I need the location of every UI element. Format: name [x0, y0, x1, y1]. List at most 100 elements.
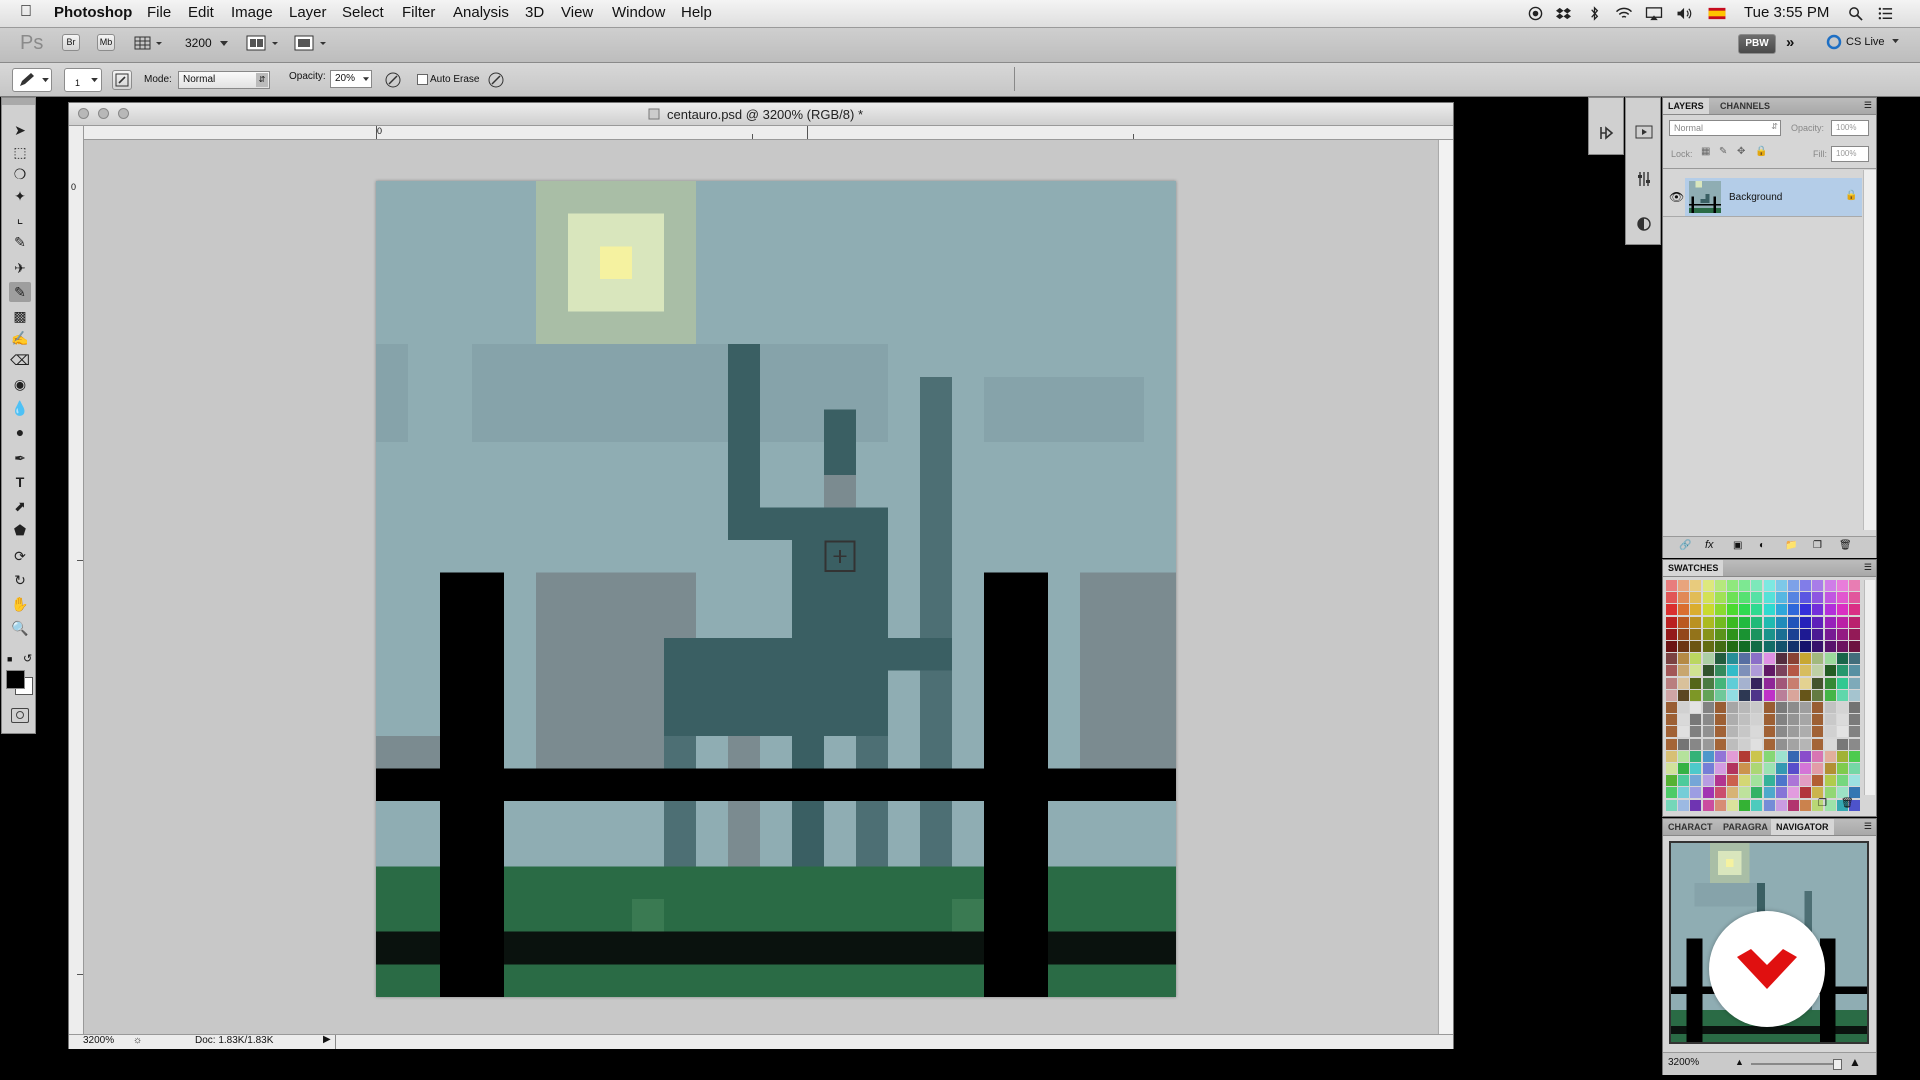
swatch-cell[interactable] — [1690, 750, 1702, 762]
swatch-cell[interactable] — [1678, 628, 1690, 640]
swatch-cell[interactable] — [1812, 580, 1824, 591]
panel-menu-icon[interactable]: ☰ — [1864, 100, 1872, 111]
panel-menu-icon[interactable]: ☰ — [1864, 821, 1872, 832]
swatch-cell[interactable] — [1763, 750, 1775, 762]
workspace-button[interactable]: PBW — [1738, 34, 1776, 54]
swatch-cell[interactable] — [1812, 653, 1824, 665]
tablet-pressure-opacity-icon[interactable] — [384, 71, 402, 89]
swatch-cell[interactable] — [1836, 787, 1848, 799]
swatch-cell[interactable] — [1763, 677, 1775, 689]
quick-selection-tool-icon[interactable]: ✦ — [9, 186, 31, 206]
swatch-cell[interactable] — [1666, 702, 1677, 713]
swatch-cell[interactable] — [1836, 580, 1848, 591]
swatch-cell[interactable] — [1678, 641, 1690, 652]
swatch-cell[interactable] — [1812, 726, 1824, 738]
swatch-cell[interactable] — [1775, 738, 1787, 750]
swatch-cell[interactable] — [1666, 677, 1677, 689]
swatch-cell[interactable] — [1812, 604, 1824, 616]
swatch-cell[interactable] — [1690, 787, 1702, 799]
swatch-cell[interactable] — [1788, 689, 1799, 701]
swatch-cell[interactable] — [1775, 604, 1787, 616]
document-title-bar[interactable]: centauro.psd @ 3200% (RGB/8) * — [69, 103, 1453, 126]
swatch-cell[interactable] — [1714, 677, 1726, 689]
menu-layer[interactable]: Layer — [289, 4, 327, 21]
new-group-icon[interactable]: 📁 — [1785, 540, 1797, 551]
swatch-cell[interactable] — [1775, 799, 1787, 811]
swatch-cell[interactable] — [1714, 726, 1726, 738]
swatch-cell[interactable] — [1702, 604, 1714, 616]
swatch-cell[interactable] — [1788, 702, 1799, 713]
swatch-cell[interactable] — [1714, 738, 1726, 750]
swatch-cell[interactable] — [1836, 616, 1848, 628]
swatch-cell[interactable] — [1727, 726, 1738, 738]
swatch-cell[interactable] — [1788, 763, 1799, 774]
swatch-cell[interactable] — [1727, 604, 1738, 616]
zoom-window-button[interactable] — [118, 108, 129, 119]
tab-channels[interactable]: CHANNELS — [1715, 98, 1775, 114]
swatch-cell[interactable] — [1788, 641, 1799, 652]
swatch-cell[interactable] — [1849, 677, 1860, 689]
menu-app-name[interactable]: Photoshop — [54, 4, 132, 21]
swatch-cell[interactable] — [1836, 738, 1848, 750]
swatch-cell[interactable] — [1812, 702, 1824, 713]
swatch-cell[interactable] — [1824, 787, 1836, 799]
swatch-cell[interactable] — [1812, 616, 1824, 628]
swatch-cell[interactable] — [1666, 775, 1677, 787]
swatch-cell[interactable] — [1775, 665, 1787, 677]
swatch-cell[interactable] — [1824, 641, 1836, 652]
pixel-art-canvas[interactable] — [376, 181, 1176, 997]
swatch-cell[interactable] — [1775, 616, 1787, 628]
swatch-cell[interactable] — [1666, 628, 1677, 640]
swatch-cell[interactable] — [1849, 653, 1860, 665]
swatch-cell[interactable] — [1800, 689, 1812, 701]
tab-character[interactable]: CHARACT — [1663, 819, 1718, 835]
swatch-cell[interactable] — [1702, 677, 1714, 689]
lock-transparent-icon[interactable]: ▦ — [1701, 146, 1710, 157]
arrange-documents-button[interactable] — [246, 34, 280, 52]
swatch-cell[interactable] — [1690, 738, 1702, 750]
swatch-cell[interactable] — [1678, 750, 1690, 762]
swatch-cell[interactable] — [1714, 665, 1726, 677]
layer-name[interactable]: Background — [1729, 192, 1782, 203]
swatch-cell[interactable] — [1739, 726, 1751, 738]
swatch-cell[interactable] — [1714, 604, 1726, 616]
swatch-cell[interactable] — [1849, 580, 1860, 591]
swatch-cell[interactable] — [1714, 775, 1726, 787]
foreground-color-swatch[interactable] — [6, 670, 25, 689]
swatch-cell[interactable] — [1714, 714, 1726, 726]
swatch-cell[interactable] — [1727, 787, 1738, 799]
swatch-cell[interactable] — [1678, 677, 1690, 689]
eye-visibility-icon[interactable]: 👁 — [1669, 190, 1684, 204]
swatch-cell[interactable] — [1751, 763, 1763, 774]
swatch-cell[interactable] — [1739, 604, 1751, 616]
add-mask-icon[interactable]: ▣ — [1733, 540, 1742, 551]
swatch-cell[interactable] — [1702, 689, 1714, 701]
swatch-cell[interactable] — [1849, 604, 1860, 616]
zoom-slider-handle[interactable] — [1833, 1059, 1842, 1070]
swatch-cell[interactable] — [1727, 763, 1738, 774]
shape-tool-icon[interactable]: ⬟ — [9, 520, 31, 540]
swatch-cell[interactable] — [1727, 665, 1738, 677]
swatch-cell[interactable] — [1690, 677, 1702, 689]
swatch-cell[interactable] — [1800, 653, 1812, 665]
swatch-cell[interactable] — [1727, 580, 1738, 591]
swatch-cell[interactable] — [1763, 604, 1775, 616]
swatch-cell[interactable] — [1727, 714, 1738, 726]
swatch-cell[interactable] — [1714, 628, 1726, 640]
swatch-cell[interactable] — [1739, 799, 1751, 811]
swatch-cell[interactable] — [1727, 592, 1738, 604]
swatch-cell[interactable] — [1775, 775, 1787, 787]
pen-tool-icon[interactable]: ✒ — [9, 448, 31, 468]
swatch-cell[interactable] — [1702, 763, 1714, 774]
swatch-cell[interactable] — [1678, 763, 1690, 774]
swatch-cell[interactable] — [1824, 714, 1836, 726]
swatch-cell[interactable] — [1788, 714, 1799, 726]
swatch-cell[interactable] — [1836, 677, 1848, 689]
swatch-cell[interactable] — [1727, 689, 1738, 701]
swatch-cell[interactable] — [1739, 775, 1751, 787]
swatch-cell[interactable] — [1678, 775, 1690, 787]
swatch-cell[interactable] — [1751, 616, 1763, 628]
swatch-cell[interactable] — [1800, 604, 1812, 616]
swatch-cell[interactable] — [1800, 702, 1812, 713]
swatch-cell[interactable] — [1836, 628, 1848, 640]
